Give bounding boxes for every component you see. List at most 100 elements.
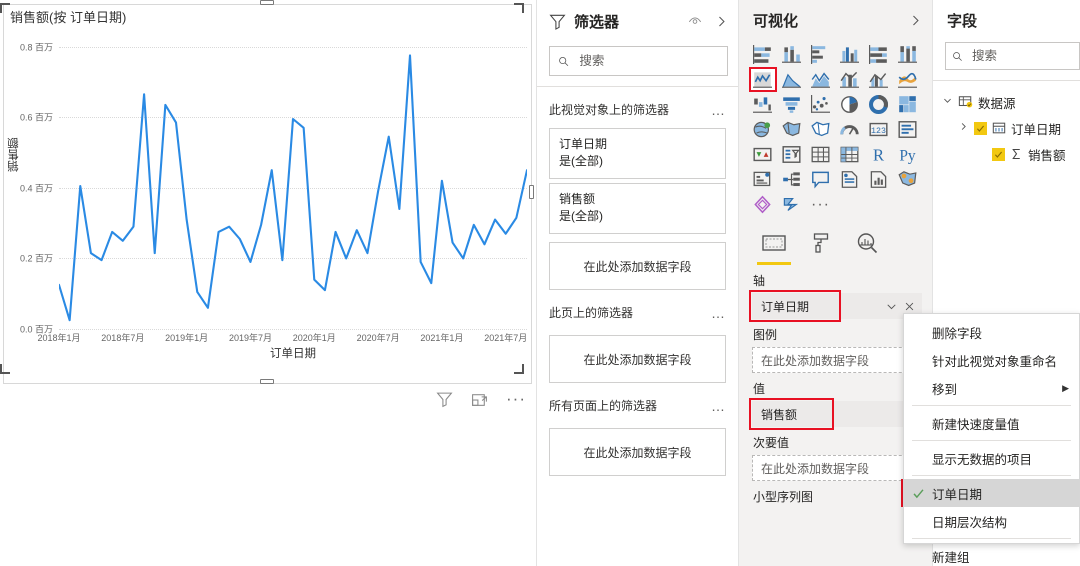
field-checkbox[interactable] <box>974 121 987 135</box>
context-menu-item-7[interactable]: 新建组 <box>904 542 1079 566</box>
waterfall-chart-icon[interactable] <box>751 94 775 115</box>
format-tab[interactable] <box>811 232 831 265</box>
ribbon-chart-icon[interactable] <box>896 69 920 90</box>
bucket-field-0[interactable]: 订单日期 <box>752 293 922 319</box>
bucket-field-name: 订单日期 <box>761 299 810 314</box>
field-tree-item-1[interactable]: 订单日期 <box>933 115 1080 141</box>
fields-search-box[interactable] <box>945 42 1080 70</box>
visual-type-gallery[interactable]: 123 R Py ··· <box>739 40 932 221</box>
stacked-column-chart-icon[interactable] <box>780 44 804 65</box>
chevron-down-icon[interactable] <box>886 301 897 312</box>
gauge-icon[interactable] <box>838 119 862 140</box>
smart-narrative-icon[interactable] <box>838 169 862 190</box>
filter-card[interactable]: 订单日期 是(全部) <box>549 128 726 179</box>
filters-search-box[interactable] <box>549 46 728 76</box>
bucket-field-1[interactable]: 在此处添加数据字段 <box>752 347 922 373</box>
more-visuals-icon[interactable]: ··· <box>809 194 833 215</box>
field-context-menu[interactable]: 删除字段 针对此视觉对象重命名 移到 ▶ 新建快速度量值 显示无数据的项目 订单日期 日期层次… <box>903 313 1080 565</box>
sigma-icon <box>1010 147 1023 161</box>
line-chart-icon[interactable] <box>748 67 777 92</box>
context-menu-item-2[interactable]: 移到 ▶ <box>904 374 1079 402</box>
chart-series-line[interactable] <box>59 29 527 329</box>
filter-card[interactable]: 销售额 是(全部) <box>549 183 726 234</box>
analytics-tab[interactable] <box>855 232 879 265</box>
context-menu-item-5[interactable]: 订单日期 <box>904 479 1079 507</box>
r-script-visual-icon[interactable]: R <box>867 144 891 165</box>
search-icon <box>953 51 962 61</box>
100-stacked-column-chart-icon[interactable] <box>896 44 920 65</box>
more-options-icon[interactable]: ··· <box>506 390 526 407</box>
bucket-field-2[interactable]: 销售额 <box>752 401 922 427</box>
field-tree-item-2[interactable]: 销售额 <box>933 141 1080 167</box>
context-menu-item-0[interactable]: 删除字段 <box>904 318 1079 346</box>
table-icon[interactable] <box>809 144 833 165</box>
context-menu-item-4[interactable]: 显示无数据的项目 <box>904 444 1079 472</box>
filter-section-more-icon[interactable]: … <box>711 399 726 413</box>
pie-chart-icon[interactable] <box>838 94 862 115</box>
treemap-icon[interactable] <box>896 94 920 115</box>
filters-search-input[interactable] <box>577 53 719 69</box>
context-menu-item-1[interactable]: 针对此视觉对象重命名 <box>904 346 1079 374</box>
visual-footer-toolbar[interactable]: ··· <box>406 386 526 412</box>
donut-chart-icon[interactable] <box>867 94 891 115</box>
shape-map-icon[interactable] <box>809 119 833 140</box>
x-axis-tick-label: 2020年7月 <box>356 333 400 343</box>
stacked-bar-chart-icon[interactable] <box>751 44 775 65</box>
python-visual-icon[interactable]: Py <box>896 144 920 165</box>
chevron-right-icon[interactable] <box>959 122 969 134</box>
resize-handle-top[interactable] <box>260 0 274 5</box>
arcgis-map-icon[interactable] <box>896 169 920 190</box>
chevron-right-icon[interactable] <box>715 15 728 28</box>
svg-text:123: 123 <box>871 127 886 136</box>
chevron-right-icon[interactable] <box>909 14 922 27</box>
card-icon[interactable]: 123 <box>867 119 891 140</box>
power-apps-icon[interactable] <box>751 194 775 215</box>
close-icon[interactable] <box>904 301 915 312</box>
line-and-clustered-column-chart-icon[interactable] <box>867 69 891 90</box>
kpi-icon[interactable] <box>751 144 775 165</box>
x-axis-tick-label: 2018年7月 <box>101 333 145 343</box>
filter-dropzone[interactable]: 在此处添加数据字段 <box>549 428 726 476</box>
area-chart-icon[interactable] <box>780 69 804 90</box>
resize-handle-right[interactable] <box>529 185 534 199</box>
context-menu-item-3[interactable]: 新建快速度量值 <box>904 409 1079 437</box>
fields-search-input[interactable] <box>970 48 1073 64</box>
field-tree-item-0[interactable]: 数据源 <box>933 89 1080 115</box>
filter-section-more-icon[interactable]: … <box>711 103 726 117</box>
matrix-icon[interactable] <box>838 144 862 165</box>
fields-pane-header: 字段 <box>933 0 1080 40</box>
filter-icon[interactable] <box>436 391 453 408</box>
clustered-column-chart-icon[interactable] <box>838 44 862 65</box>
filter-section-more-icon[interactable]: … <box>711 306 726 320</box>
clustered-bar-chart-icon[interactable] <box>809 44 833 65</box>
chart-plot-area[interactable]: 0.0 百万 0.2 百万 0.4 百万 0.6 百万 0.8 百万 2018年1月 201… <box>20 29 527 343</box>
report-canvas[interactable]: 销售额(按 订单日期) 销售额 0.0 百万 0.2 百万 0.4 百万 0.6 百万… <box>0 0 536 566</box>
chevron-down-icon[interactable] <box>943 96 953 108</box>
context-menu-item-6[interactable]: 日期层次结构 <box>904 507 1079 535</box>
fields-tab[interactable] <box>757 234 791 265</box>
filter-dropzone[interactable]: 在此处添加数据字段 <box>549 242 726 290</box>
filled-map-icon[interactable] <box>780 119 804 140</box>
decomposition-tree-icon[interactable] <box>780 169 804 190</box>
key-influencers-icon[interactable] <box>751 169 775 190</box>
bucket-field-3[interactable]: 在此处添加数据字段 <box>752 455 922 481</box>
stacked-area-chart-icon[interactable] <box>809 69 833 90</box>
filter-dropzone[interactable]: 在此处添加数据字段 <box>549 335 726 383</box>
eye-hide-icon[interactable] <box>688 14 702 28</box>
qna-icon[interactable] <box>809 169 833 190</box>
100-stacked-bar-chart-icon[interactable] <box>867 44 891 65</box>
context-menu-item-label: 新建组 <box>932 550 970 565</box>
line-and-stacked-column-chart-icon[interactable] <box>838 69 862 90</box>
field-checkbox[interactable] <box>992 147 1005 161</box>
multi-row-card-icon[interactable] <box>896 119 920 140</box>
line-chart-visual[interactable]: 销售额(按 订单日期) 销售额 0.0 百万 0.2 百万 0.4 百万 0.6 百万… <box>3 4 532 384</box>
map-icon[interactable] <box>751 119 775 140</box>
slicer-icon[interactable] <box>780 144 804 165</box>
scatter-chart-icon[interactable] <box>809 94 833 115</box>
resize-handle-bottom[interactable] <box>260 379 274 384</box>
visual-settings-tabs[interactable] <box>739 221 932 265</box>
power-automate-icon[interactable] <box>780 194 804 215</box>
focus-mode-icon[interactable] <box>471 391 488 408</box>
funnel-chart-icon[interactable] <box>780 94 804 115</box>
paginated-report-icon[interactable] <box>867 169 891 190</box>
